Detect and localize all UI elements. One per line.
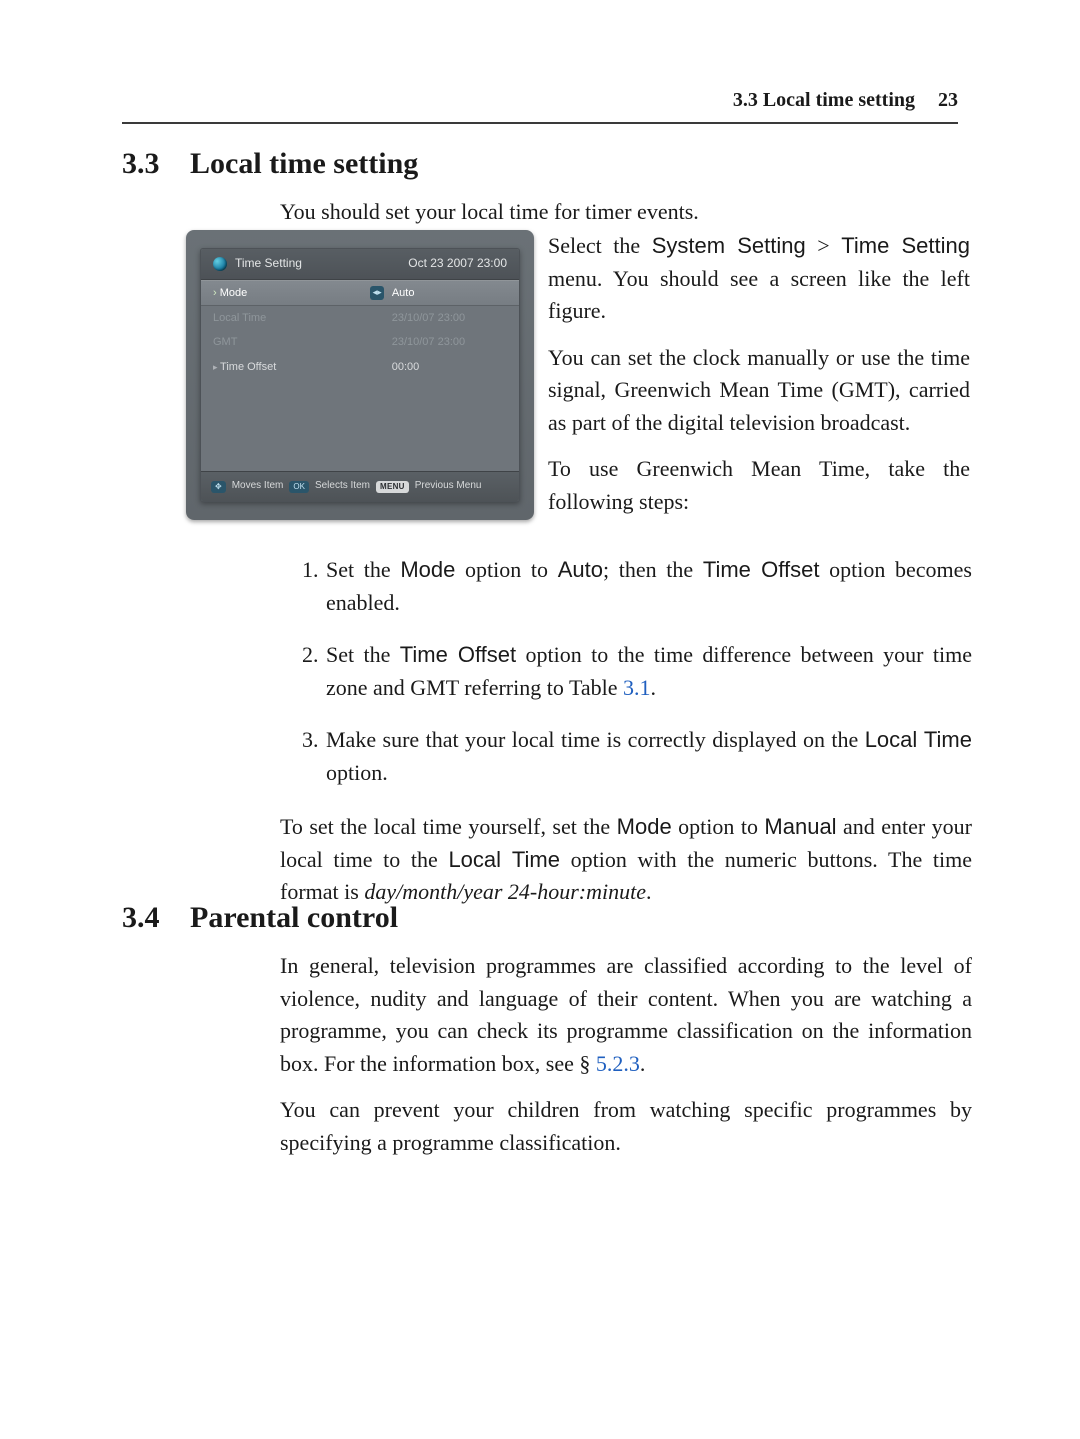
row-gmt-value: 23/10/07 23:00 [392, 334, 507, 350]
row-local-time-value: 23/10/07 23:00 [392, 310, 507, 326]
section-heading-3-3: 3.3Local time setting [122, 142, 418, 186]
row-gmt-label: GMT [213, 334, 371, 350]
menu-button-icon: MENU [376, 481, 409, 493]
menu-system-setting: System Setting [652, 233, 806, 258]
step-1: Set the Mode option to Auto; then the Ti… [324, 554, 972, 619]
row-local-time: Local Time 23/10/07 23:00 [201, 306, 519, 330]
footer-previous-menu: Previous Menu [415, 479, 482, 494]
link-section-5-2-3[interactable]: 5.2.3 [596, 1051, 640, 1076]
row-mode[interactable]: Mode ◂▸ Auto [201, 280, 519, 306]
menu-time-setting: Time Setting [841, 233, 970, 258]
dialog-footer: ✥ Moves Item OK Selects Item MENU Previo… [201, 471, 519, 501]
row-mode-label: Mode [213, 285, 370, 301]
para-parental-prevent: You can prevent your children from watch… [280, 1094, 972, 1159]
dialog-header: Time Setting Oct 23 2007 23:00 [201, 249, 519, 280]
step-3: Make sure that your local time is correc… [324, 724, 972, 789]
row-time-offset-value: 00:00 [392, 359, 507, 375]
globe-icon [213, 257, 227, 271]
footer-selects: Selects Item [315, 479, 370, 494]
section-heading-3-4: 3.4Parental control [122, 896, 398, 940]
section-number: 3.3 [122, 142, 190, 186]
row-local-time-label: Local Time [213, 310, 371, 326]
running-header-section: 3.3 Local time setting [733, 89, 915, 111]
dialog-title: Time Setting [235, 255, 302, 273]
time-setting-figure: Time Setting Oct 23 2007 23:00 Mode ◂▸ A… [186, 230, 534, 520]
para-gmt-steps-intro: To use Greenwich Mean Time, take the fol… [548, 453, 970, 518]
section-number: 3.4 [122, 896, 190, 940]
dialog-datetime: Oct 23 2007 23:00 [408, 255, 507, 273]
ok-icon: OK [289, 481, 309, 493]
time-format: day/month/year 24-hour:minute [364, 879, 646, 904]
arrow-left-right-icon: ◂▸ [370, 286, 383, 300]
dpad-icon: ✥ [211, 481, 226, 493]
row-gmt: GMT 23/10/07 23:00 [201, 330, 519, 354]
row-time-offset-label: Time Offset [213, 359, 371, 375]
row-time-offset[interactable]: Time Offset 00:00 [201, 355, 519, 379]
intro-line: You should set your local time for timer… [280, 196, 972, 229]
dialog-list: Mode ◂▸ Auto Local Time 23/10/07 23:00 G… [201, 280, 519, 471]
section-title: Parental control [190, 901, 398, 934]
para-parental-intro: In general, television programmes are cl… [280, 950, 972, 1080]
page-number: 23 [938, 89, 958, 111]
para-clock-manual-gmt: You can set the clock manually or use th… [548, 342, 970, 440]
para-manual-set: To set the local time yourself, set the … [280, 811, 972, 909]
link-table-3-1[interactable]: 3.1 [623, 675, 651, 700]
page: 3.3 Local time setting 23 3.3Local time … [0, 0, 1080, 1439]
step-2: Set the Time Offset option to the time d… [324, 639, 972, 704]
time-setting-dialog: Time Setting Oct 23 2007 23:00 Mode ◂▸ A… [200, 248, 520, 502]
section-title: Local time setting [190, 147, 418, 180]
gmt-steps-list: Set the Mode option to Auto; then the Ti… [280, 554, 972, 789]
row-mode-value: Auto [392, 285, 507, 301]
footer-moves: Moves Item [232, 479, 284, 494]
para-select-menu: Select the System Setting > Time Setting… [548, 230, 970, 328]
running-header: 3.3 Local time setting 23 [122, 86, 958, 124]
